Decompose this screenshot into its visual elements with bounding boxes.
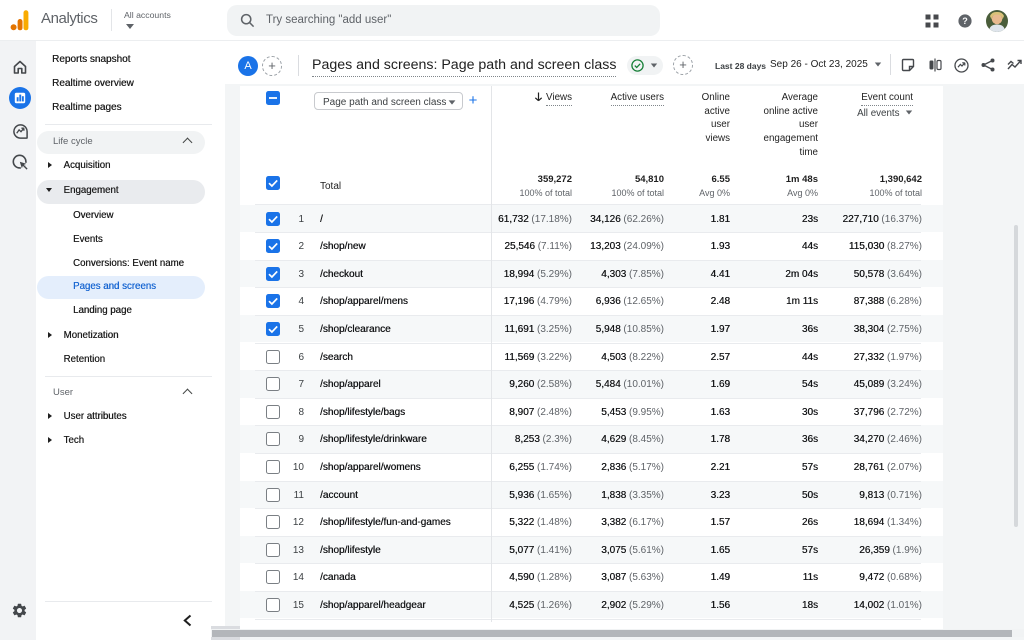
svg-text:?: ? <box>962 16 968 26</box>
